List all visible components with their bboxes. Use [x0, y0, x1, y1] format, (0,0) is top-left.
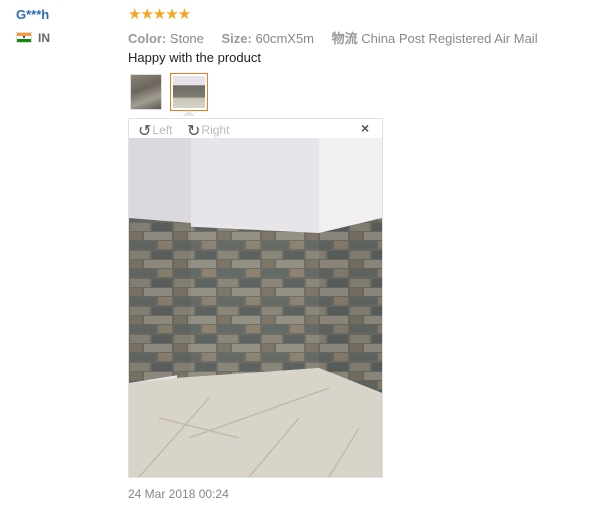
review-attributes: Color: Stone Size: 60cmX5m 物流 China Post… — [128, 28, 552, 47]
review-date: 24 Mar 2018 00:24 — [128, 487, 229, 501]
rotate-right-label: Right — [201, 123, 230, 137]
review-text: Happy with the product — [128, 50, 261, 65]
india-flag-icon — [16, 32, 32, 43]
attr-color-value: Stone — [169, 31, 204, 46]
attr-size-key: Size: — [221, 31, 252, 46]
reviewer-name[interactable]: G***h — [16, 7, 49, 22]
attr-size-value: 60cmX5m — [255, 31, 315, 46]
review-photo — [129, 138, 382, 477]
close-icon[interactable]: × — [361, 120, 369, 136]
attr-shipping-key: 物流 — [331, 31, 358, 46]
review-image-thumbnail[interactable] — [130, 74, 162, 110]
star-rating: ★★★★★ — [128, 6, 191, 23]
rotate-left-label: Left — [152, 123, 173, 137]
reviewer-country: IN — [38, 31, 50, 45]
attr-color-key: Color: — [128, 31, 167, 46]
selected-thumbnail-caret — [183, 110, 195, 116]
review-image-thumbnail-selected[interactable] — [170, 73, 208, 111]
attr-shipping-value: China Post Registered Air Mail — [361, 31, 538, 46]
